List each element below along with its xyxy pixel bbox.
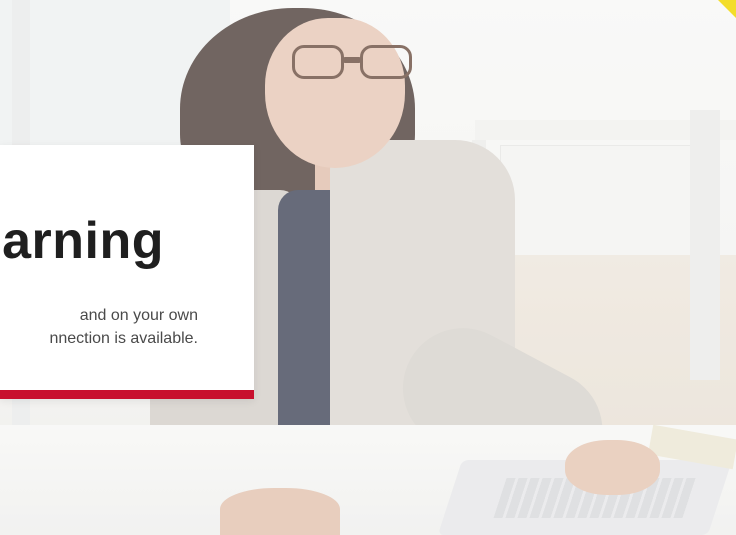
hero-description-line-2: nnection is available. [49, 330, 198, 347]
corner-ribbon [718, 0, 736, 18]
hero-description-line-1: and on your own [79, 307, 198, 324]
hero-banner: arning and on your own nnection is avail… [0, 0, 736, 535]
hero-title: arning [2, 212, 164, 270]
hero-description: and on your own nnection is available. [49, 304, 198, 350]
hero-card: arning and on your own nnection is avail… [0, 145, 254, 399]
accent-bar [0, 390, 254, 399]
